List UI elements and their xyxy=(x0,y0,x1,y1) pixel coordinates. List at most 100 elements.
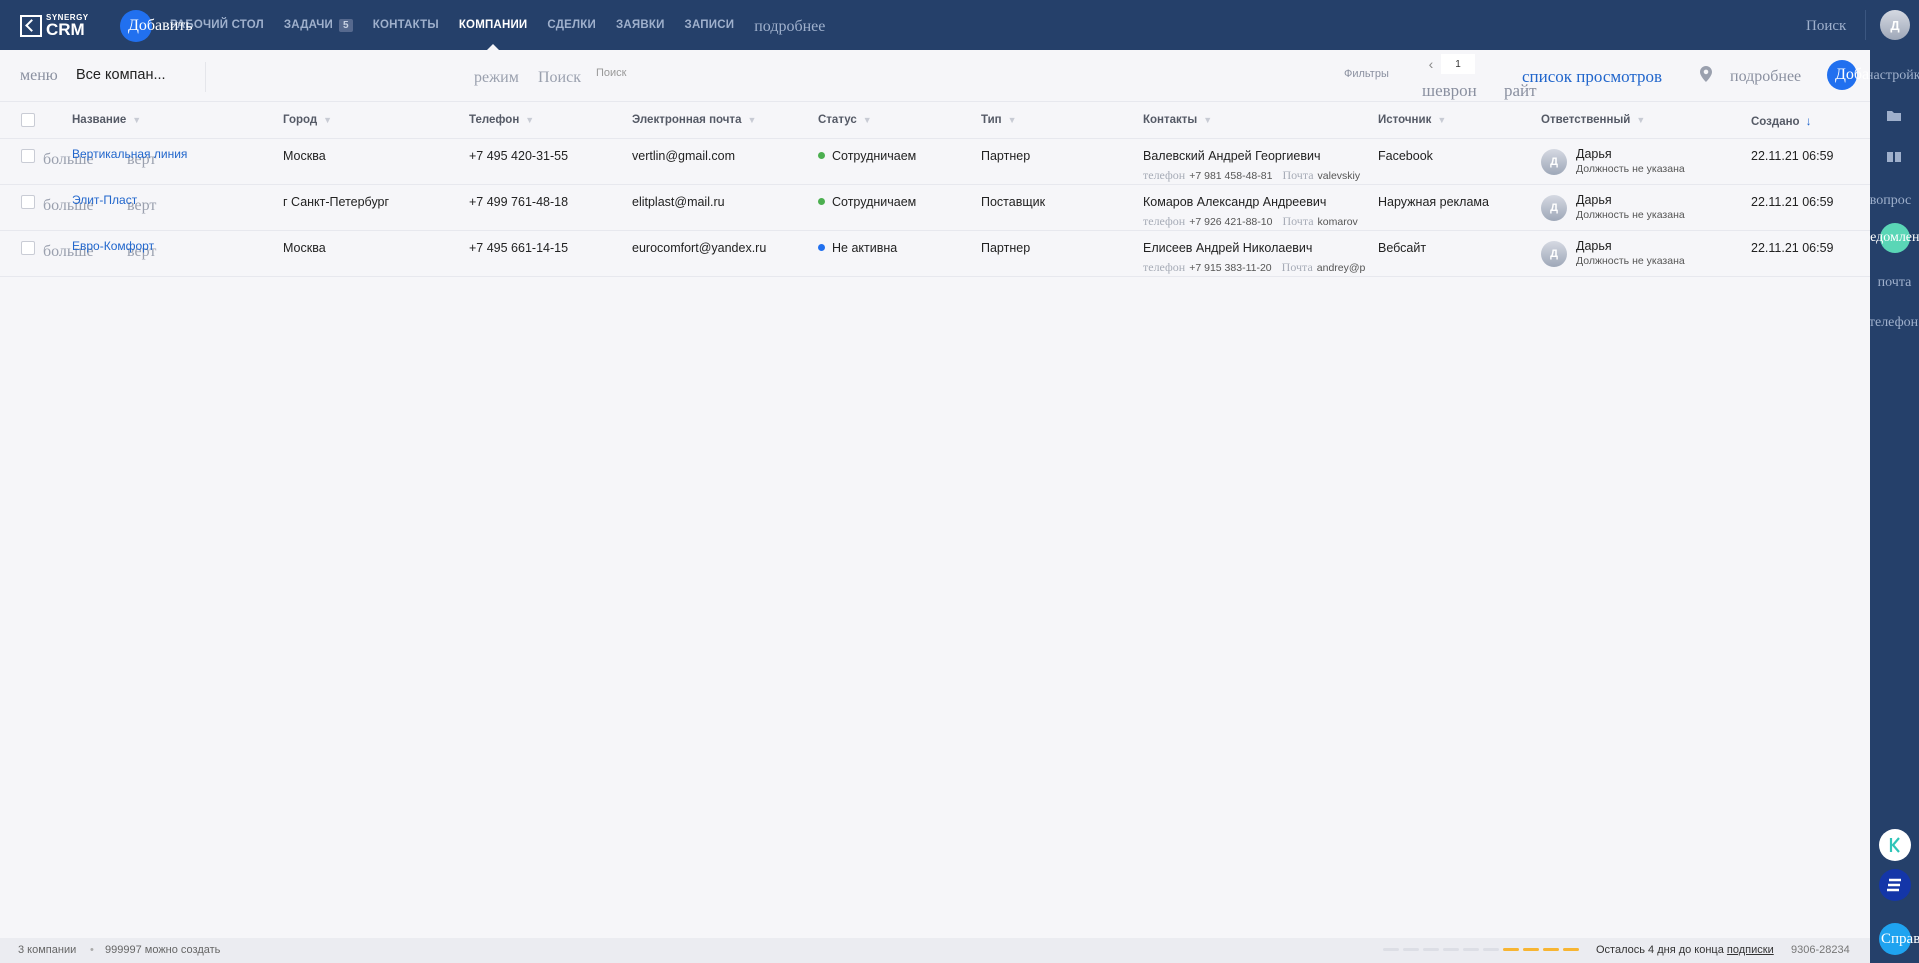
nav-item-records[interactable]: ЗАПИСИ xyxy=(685,0,735,50)
company-status: Сотрудничаем xyxy=(818,149,916,163)
company-email[interactable]: elitplast@mail.ru xyxy=(632,195,725,209)
folder-icon[interactable] xyxy=(1884,108,1904,124)
company-status: Сотрудничаем xyxy=(818,195,916,209)
contact-name-link[interactable]: Валевский Андрей Георгиевич xyxy=(1143,149,1321,163)
table-row[interactable]: больше верт Элит-Пласт г Санкт-Петербург… xyxy=(0,185,1870,231)
views-list-link[interactable]: список просмотров xyxy=(1522,67,1662,87)
filters-button[interactable]: Фильтры xyxy=(1344,68,1389,80)
sort-icon: ▼ xyxy=(747,115,757,125)
nav-item-companies[interactable]: КОМПАНИИ xyxy=(459,0,528,50)
progress-segment xyxy=(1483,948,1499,951)
notifications-button[interactable]: уведомления xyxy=(1870,223,1919,253)
company-phone[interactable]: +7 495 420-31-55 xyxy=(469,149,568,163)
contact-name-link[interactable]: Елисеев Андрей Николаевич xyxy=(1143,241,1312,255)
company-phone[interactable]: +7 495 661-14-15 xyxy=(469,241,568,255)
status-dot-icon xyxy=(818,244,825,251)
contact-details: телефон +7 926 421-88-10 Почта komarov xyxy=(1143,214,1358,228)
pagination: ‹ 1 xyxy=(1421,54,1505,74)
chevron-button[interactable]: шеврон xyxy=(1422,81,1477,101)
column-header-email[interactable]: Электронная почта ▼ xyxy=(632,114,756,126)
help-button[interactable]: Справка xyxy=(1879,923,1919,955)
add-company-button[interactable]: Добавить xyxy=(1827,60,1900,90)
user-avatar[interactable]: Д xyxy=(1880,10,1910,40)
nav-more-button[interactable]: подробнее xyxy=(754,18,825,36)
column-header-city[interactable]: Город ▼ xyxy=(283,114,332,126)
company-source: Наружная реклама xyxy=(1378,195,1489,209)
row-checkbox[interactable] xyxy=(21,195,35,209)
logo-big-text: CRM xyxy=(46,20,85,39)
global-search-button[interactable]: Поиск xyxy=(1806,18,1846,35)
progress-segment xyxy=(1423,948,1439,951)
responsible-avatar: Д xyxy=(1541,195,1567,221)
table-row[interactable]: больше верт Вертикальная линия Москва +7… xyxy=(0,139,1870,185)
contact-name-link[interactable]: Комаров Александр Андреевич xyxy=(1143,195,1326,209)
sort-icon: ▼ xyxy=(525,115,535,125)
menu-button[interactable]: меню xyxy=(20,67,58,85)
synergy-app-icon[interactable] xyxy=(1879,829,1911,861)
current-page[interactable]: 1 xyxy=(1441,54,1475,74)
company-type: Партнер xyxy=(981,241,1031,255)
table-header: Название ▼ Город ▼ Телефон ▼ Электронная по… xyxy=(0,102,1870,139)
stack-icon[interactable] xyxy=(1879,869,1911,901)
column-header-phone[interactable]: Телефон ▼ xyxy=(469,114,534,126)
responsible-position: Должность не указана xyxy=(1576,163,1685,175)
company-type: Поставщик xyxy=(981,195,1046,209)
progress-segment xyxy=(1383,948,1399,951)
row-checkbox[interactable] xyxy=(21,149,35,163)
contact-phone[interactable]: +7 915 383-11-20 xyxy=(1189,262,1271,274)
company-email[interactable]: eurocomfort@yandex.ru xyxy=(632,241,766,255)
contact-phone[interactable]: +7 926 421-88-10 xyxy=(1189,216,1272,228)
subscription-link[interactable]: подписки xyxy=(1727,944,1774,956)
column-header-source[interactable]: Источник ▼ xyxy=(1378,114,1446,126)
responsible-name[interactable]: Дарья xyxy=(1576,239,1612,253)
sort-icon: ▼ xyxy=(1203,115,1213,125)
responsible-name[interactable]: Дарья xyxy=(1576,147,1612,161)
responsible-name[interactable]: Дарья xyxy=(1576,193,1612,207)
nav-item-requests[interactable]: ЗАЯВКИ xyxy=(616,0,665,50)
book-icon[interactable] xyxy=(1884,149,1904,165)
contact-phone[interactable]: +7 981 458-48-81 xyxy=(1189,170,1272,182)
progress-segment xyxy=(1443,948,1459,951)
nav-item-deals[interactable]: СДЕЛКИ xyxy=(547,0,596,50)
company-name-link[interactable]: Вертикальная линия xyxy=(72,147,187,161)
column-header-type[interactable]: Тип ▼ xyxy=(981,114,1017,126)
view-selector[interactable]: Все компан... xyxy=(76,67,166,83)
progress-segment xyxy=(1403,948,1419,951)
responsible-avatar: Д xyxy=(1541,241,1567,267)
add-button[interactable]: Добавить xyxy=(120,10,193,42)
company-email[interactable]: vertlin@gmail.com xyxy=(632,149,735,163)
company-phone[interactable]: +7 499 761-48-18 xyxy=(469,195,568,209)
table-row[interactable]: больше верт Евро-Комфорт Москва +7 495 6… xyxy=(0,231,1870,277)
search-input[interactable] xyxy=(596,67,896,79)
contact-email[interactable]: valevskiy xyxy=(1318,170,1361,182)
contact-email[interactable]: komarov xyxy=(1318,216,1358,228)
nav-item-tasks[interactable]: ЗАДАЧИ 5 xyxy=(284,0,353,50)
contact-details: телефон +7 915 383-11-20 Почта andrey@p xyxy=(1143,260,1366,274)
column-header-name[interactable]: Название ▼ xyxy=(72,114,141,126)
mail-button[interactable]: почта xyxy=(1870,275,1919,291)
created-date: 22.11.21 06:59 xyxy=(1751,195,1834,209)
synergy-crm-logo[interactable]: SYNERGY CRM xyxy=(20,14,89,38)
row-checkbox[interactable] xyxy=(21,241,35,255)
column-header-contacts[interactable]: Контакты ▼ xyxy=(1143,114,1212,126)
can-create-count: 999997 можно создать xyxy=(105,944,221,956)
map-pin-icon[interactable] xyxy=(1700,66,1712,82)
company-source: Facebook xyxy=(1378,149,1433,163)
column-header-responsible[interactable]: Ответственный ▼ xyxy=(1541,114,1645,126)
nav-item-contacts[interactable]: КОНТАКТЫ xyxy=(373,0,439,50)
toolbar-more-button[interactable]: подробнее xyxy=(1730,68,1801,86)
companies-count: 3 компании xyxy=(18,944,77,956)
company-name-link[interactable]: Евро-Комфорт xyxy=(72,239,154,253)
question-button[interactable]: вопрос xyxy=(1870,193,1919,209)
contact-email[interactable]: andrey@p xyxy=(1317,262,1366,274)
company-name-link[interactable]: Элит-Пласт xyxy=(72,193,137,207)
phone-button[interactable]: телефон xyxy=(1870,315,1919,331)
chevron-left-icon[interactable]: ‹ xyxy=(1421,54,1441,74)
column-header-status[interactable]: Статус ▼ xyxy=(818,114,872,126)
settings-button[interactable]: настройки xyxy=(1870,68,1919,84)
view-mode-button[interactable]: режим xyxy=(474,69,519,87)
column-header-created[interactable]: Создано ↓ xyxy=(1751,114,1812,128)
search-icon[interactable]: Поиск xyxy=(538,69,581,87)
select-all-checkbox[interactable] xyxy=(21,113,35,127)
status-dot-icon xyxy=(818,198,825,205)
